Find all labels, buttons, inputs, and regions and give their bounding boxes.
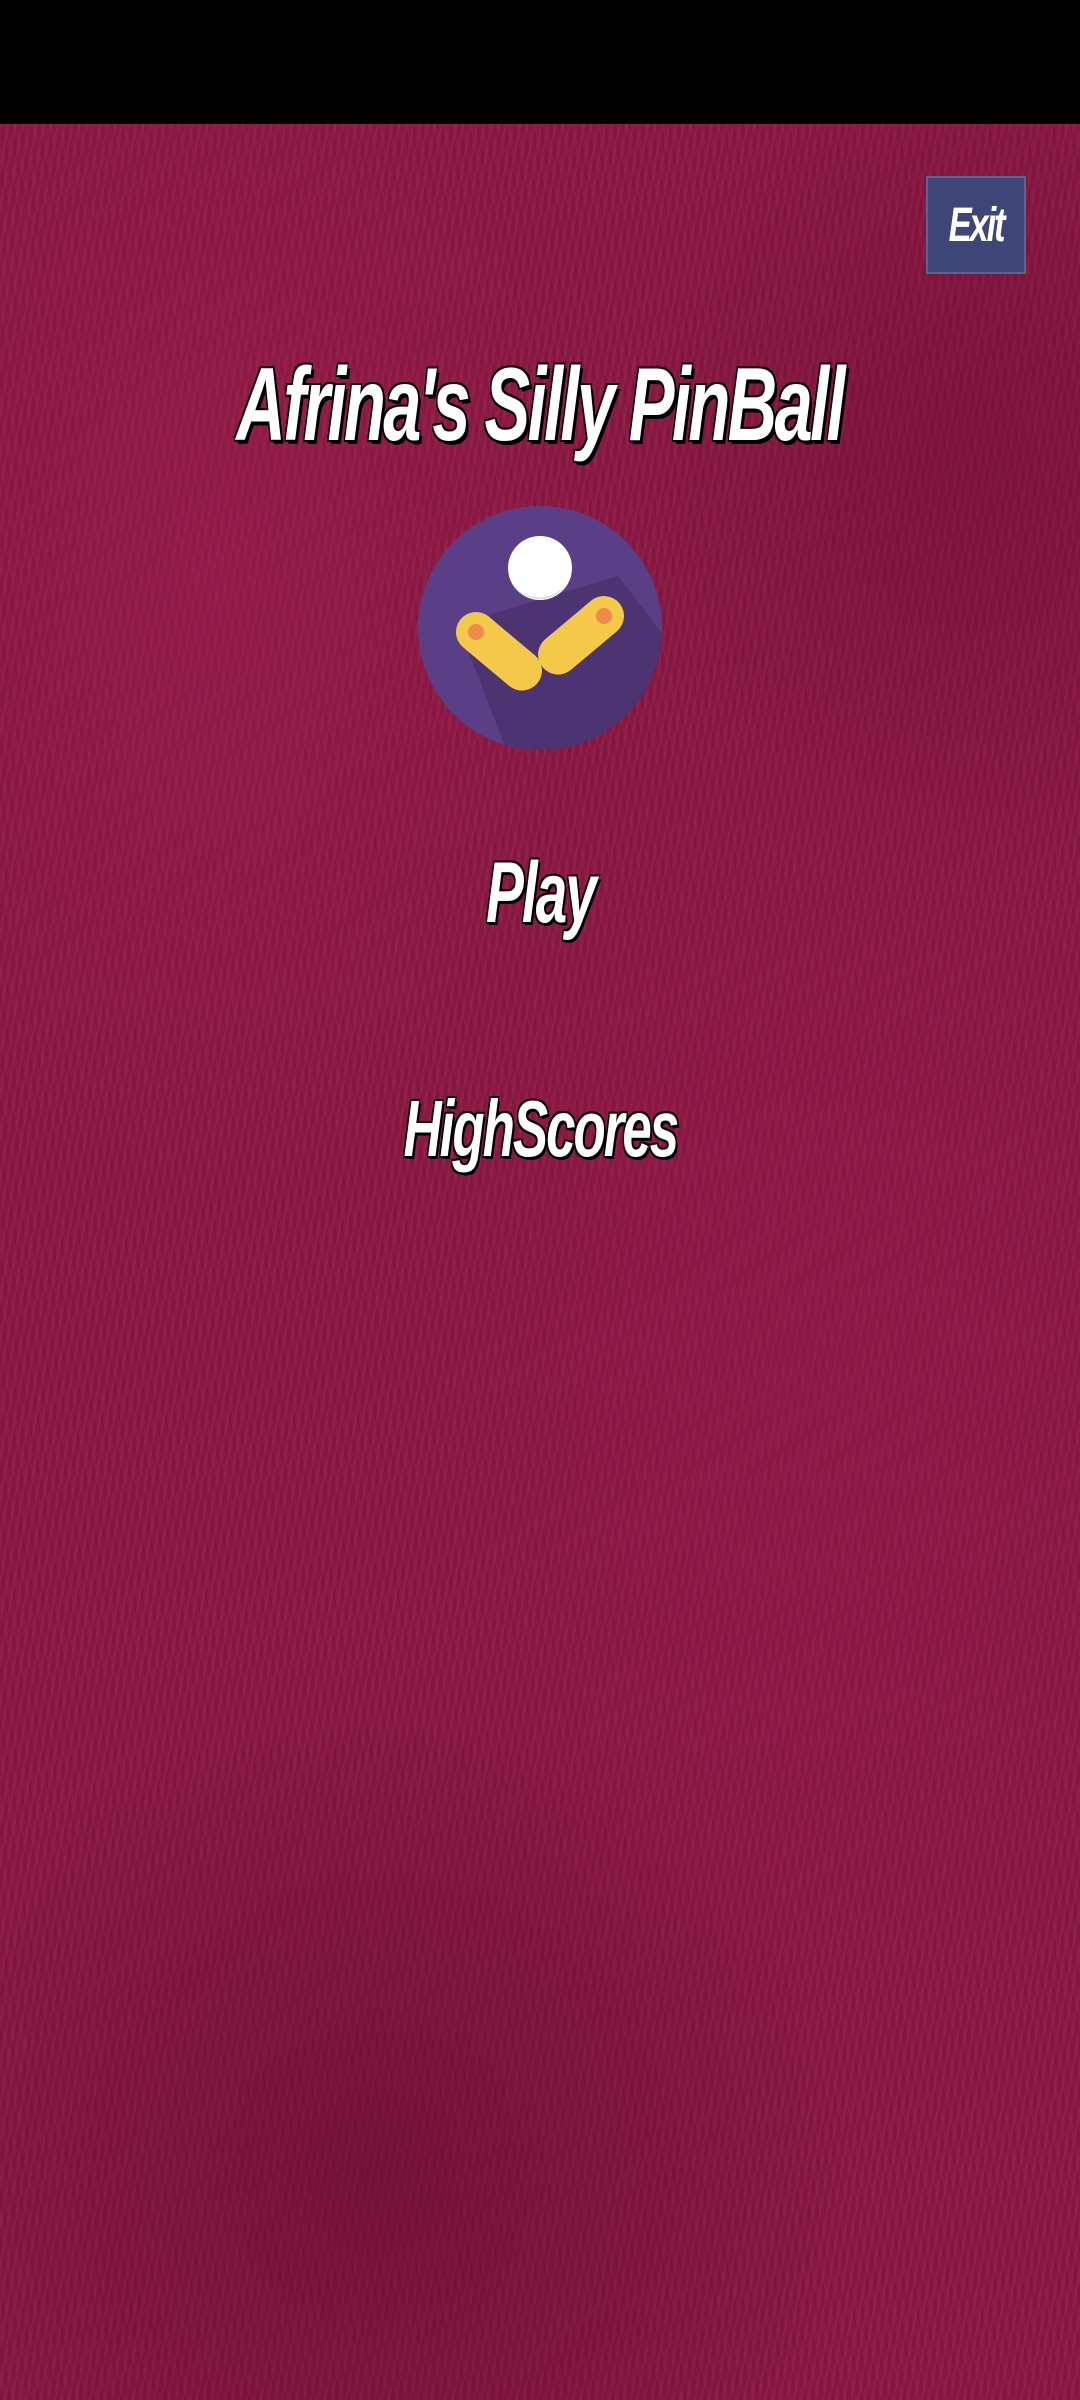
play-button[interactable]: Play (0, 838, 1080, 948)
game-screen: Exit Afrina's Silly PinBall Play HighSco… (0, 0, 1080, 2400)
highscores-label: HighScores (403, 1084, 679, 1173)
status-bar (0, 0, 1080, 124)
exit-button[interactable]: Exit (926, 176, 1026, 274)
game-title: Afrina's Silly PinBall (0, 340, 1080, 470)
highscores-button[interactable]: HighScores (0, 1074, 1080, 1184)
game-title-text: Afrina's Silly PinBall (236, 347, 846, 463)
exit-label: Exit (948, 198, 1006, 252)
logo-ball (508, 536, 572, 600)
pinball-flippers-icon (418, 506, 662, 750)
play-label: Play (485, 845, 597, 941)
